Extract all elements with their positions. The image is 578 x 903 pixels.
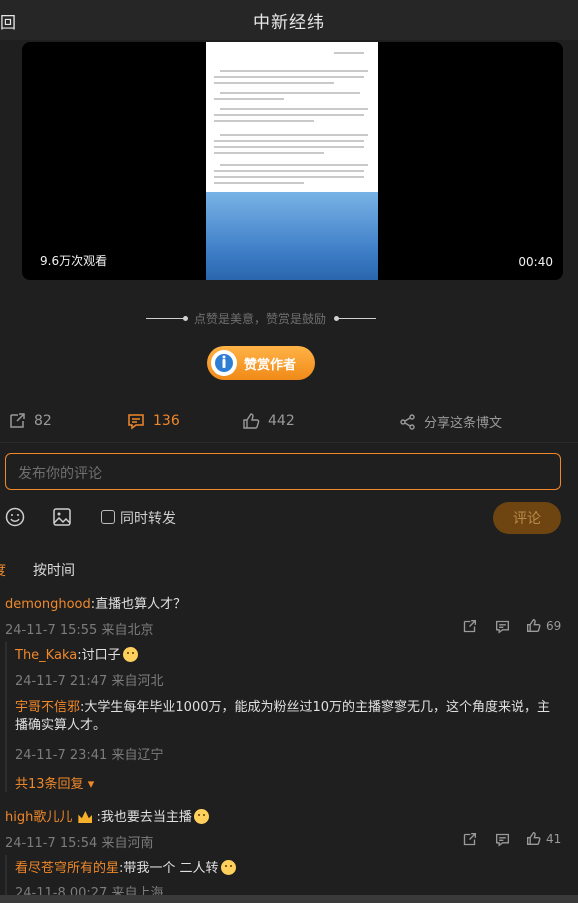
video-sea-image [206,192,378,280]
repost-checkbox-label[interactable]: 同时转发 [120,508,176,528]
image-icon[interactable] [52,507,72,527]
like-count: 442 [268,413,295,429]
repost-icon[interactable] [462,619,477,634]
comment-text: :直播也算人才？ [90,597,187,612]
reward-tip-text: 点赞是美意，赞赏是鼓励 [194,312,327,326]
comment-count: 136 [153,413,180,429]
page-title: 中新经纬 [253,12,325,33]
more-replies-link[interactable]: 共13条回复 ▾ [15,773,94,792]
reply-text: :大学生每年毕业1000万，能成为粉丝过10万的主播寥寥无几，这个角度来说，主播… [15,700,551,733]
thumbs-up-icon [243,413,260,429]
reply-text: :讨口子 [77,648,121,663]
sort-by-heat-tab[interactable]: 度 [0,560,6,580]
reply-item: The_Kaka:讨口子 [15,647,138,665]
reply-username[interactable]: 看尽苍穹所有的星 [15,861,119,876]
comment-text: :我也要去当主播 [96,810,192,825]
weibo-reward-icon [211,350,237,376]
comment-tab-button[interactable]: 136 [127,412,180,430]
bottom-scroll-edge [0,895,578,903]
top-bar: 回 中新经纬 [0,0,578,40]
repost-icon [10,413,25,428]
reward-author-button[interactable]: 赞赏作者 [207,346,315,380]
repost-checkbox[interactable] [101,510,115,524]
emoji-icon [193,809,209,824]
share-icon [400,413,415,430]
comment-like-button[interactable]: 41 [526,831,561,846]
comment-like-button[interactable]: 69 [526,618,561,633]
back-button[interactable]: 回 [0,9,16,33]
comment-item: demonghood:直播也算人才？ [5,596,186,614]
video-document-frame [206,42,378,280]
submit-comment-button[interactable]: 评论 [493,502,561,534]
reply-thread-bar [5,855,7,895]
comment-icon [128,414,144,430]
reply-item: 宇哥不信邪:大学生每年毕业1000万，能成为粉丝过10万的主播寥寥无几，这个角度… [15,699,555,735]
reply-icon[interactable] [495,832,510,847]
video-duration: 00:40 [518,255,553,269]
view-count: 9.6万次观看 [40,254,108,268]
reply-username[interactable]: 宇哥不信邪 [15,700,80,715]
emoji-icon [220,860,236,875]
comment-meta: 24-11-7 15:55 来自北京 [5,623,154,638]
reply-meta: 24-11-7 21:47 来自河北 [15,674,164,689]
reply-item: 看尽苍穹所有的星:带我一个 二人转 [15,860,236,878]
more-replies-label: 共13条回复 [15,777,84,792]
thumbs-up-icon [527,831,541,845]
chevron-down-icon: ▾ [87,777,95,792]
comment-like-count: 41 [546,831,562,846]
reply-username[interactable]: The_Kaka [15,648,77,663]
repost-count: 82 [34,413,52,429]
tip-right-line [336,318,376,319]
divider [0,442,578,443]
reply-icon[interactable] [495,619,510,634]
emoji-icon[interactable] [5,507,25,527]
crown-badge-icon [78,811,93,823]
video-player[interactable]: 9.6万次观看 00:40 [22,42,563,280]
reply-thread-bar [5,642,7,792]
comment-like-count: 69 [546,618,562,633]
comment-meta: 24-11-7 15:54 来自河南 [5,836,154,851]
comment-username[interactable]: demonghood [5,597,91,612]
thumbs-up-icon [527,618,541,632]
comment-username[interactable]: high歌儿儿 [5,810,72,825]
share-button[interactable]: 分享这条博文 [400,412,502,431]
tip-left-dot [183,316,188,321]
sort-by-time-tab[interactable]: 按时间 [33,560,75,580]
repost-icon[interactable] [462,832,477,847]
reward-label: 赞赏作者 [244,357,297,373]
tip-left-line [146,318,186,319]
reply-text: :带我一个 二人转 [119,861,219,876]
like-button[interactable]: 442 [242,412,295,430]
document-text-lines [214,52,368,184]
repost-button[interactable]: 82 [8,412,52,430]
comment-input[interactable]: 发布你的评论 [5,453,561,490]
share-label: 分享这条博文 [424,416,503,431]
reply-meta: 24-11-7 23:41 来自辽宁 [15,748,164,763]
comment-item: high歌儿儿 :我也要去当主播 [5,809,209,827]
emoji-icon [122,647,138,662]
